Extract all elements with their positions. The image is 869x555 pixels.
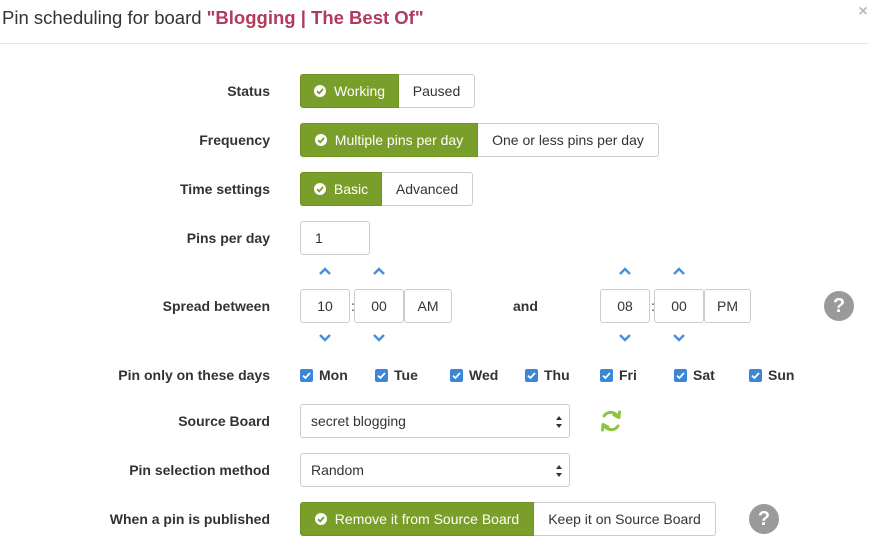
chevron-up-icon[interactable]	[672, 266, 686, 276]
time-settings-basic-button[interactable]: Basic	[300, 172, 382, 206]
day-checkbox-wed[interactable]: Wed	[450, 366, 498, 384]
day-checkbox-fri[interactable]: Fri	[600, 366, 637, 384]
source-board-select[interactable]: secret blogging	[300, 404, 570, 438]
pins-per-day-input[interactable]: 1	[300, 221, 370, 255]
chevron-down-icon[interactable]	[672, 333, 686, 343]
day-checkbox-tue[interactable]: Tue	[375, 366, 418, 384]
day-checkbox-sat[interactable]: Sat	[674, 366, 715, 384]
frequency-one-or-less-button[interactable]: One or less pins per day	[478, 123, 659, 157]
day-label: Sat	[693, 367, 715, 383]
chevron-down-icon[interactable]	[318, 333, 332, 343]
spread-between-label: Spread between	[162, 298, 270, 314]
day-label: Fri	[619, 367, 637, 383]
and-label: and	[513, 298, 538, 314]
day-label: Sun	[768, 367, 795, 383]
question-circle-icon[interactable]: ?	[749, 504, 779, 534]
status-toggle: Working Paused	[300, 74, 475, 108]
board-name: "Blogging | The Best Of"	[206, 7, 424, 28]
question-circle-icon[interactable]: ?	[824, 291, 854, 321]
check-circle-icon	[313, 85, 326, 97]
day-label: Tue	[394, 367, 418, 383]
time-settings-advanced-button[interactable]: Advanced	[382, 172, 473, 206]
selection-method-label: Pin selection method	[129, 462, 270, 478]
chevron-up-icon[interactable]	[618, 266, 632, 276]
time-settings-basic-label: Basic	[333, 181, 369, 197]
source-board-value: secret blogging	[311, 413, 406, 429]
frequency-toggle: Multiple pins per day One or less pins p…	[300, 123, 659, 157]
close-icon[interactable]: ×	[857, 4, 869, 20]
status-working-label: Working	[333, 83, 386, 99]
frequency-one-or-less-label: One or less pins per day	[492, 132, 644, 148]
time-settings-toggle: Basic Advanced	[300, 172, 473, 206]
checkbox-checked-icon	[674, 368, 687, 382]
end-hour-input[interactable]: 08	[600, 289, 650, 323]
start-hour-input[interactable]: 10	[300, 289, 350, 323]
checkbox-checked-icon	[600, 368, 613, 382]
day-label: Mon	[319, 367, 348, 383]
end-minute-input[interactable]: 00	[654, 289, 704, 323]
time-settings-advanced-label: Advanced	[395, 181, 459, 197]
modal-header: Pin scheduling for board "Blogging | The…	[0, 0, 869, 44]
checkbox-checked-icon	[375, 368, 388, 382]
published-label: When a pin is published	[109, 511, 270, 527]
selection-method-select[interactable]: Random	[300, 453, 570, 487]
modal-title: Pin scheduling for board "Blogging | The…	[2, 6, 424, 30]
status-paused-button[interactable]: Paused	[399, 74, 475, 108]
checkbox-checked-icon	[749, 368, 762, 382]
frequency-multiple-label: Multiple pins per day	[334, 132, 464, 148]
time-settings-label: Time settings	[180, 181, 270, 197]
check-circle-icon	[314, 134, 327, 146]
checkbox-checked-icon	[300, 368, 313, 382]
status-label: Status	[227, 83, 270, 99]
chevron-down-icon[interactable]	[372, 333, 386, 343]
day-checkbox-sun[interactable]: Sun	[749, 366, 794, 384]
days-label: Pin only on these days	[118, 367, 270, 383]
modal-title-prefix: Pin scheduling for board	[2, 7, 207, 28]
refresh-icon[interactable]	[598, 408, 624, 434]
end-ampm-button[interactable]: PM	[704, 289, 751, 323]
day-checkbox-thu[interactable]: Thu	[525, 366, 570, 384]
select-caret-icon	[556, 416, 562, 428]
status-paused-label: Paused	[412, 83, 461, 99]
status-working-button[interactable]: Working	[300, 74, 399, 108]
chevron-up-icon[interactable]	[372, 266, 386, 276]
selection-method-value: Random	[311, 462, 364, 478]
check-circle-icon	[314, 513, 327, 525]
keep-on-source-label: Keep it on Source Board	[548, 511, 701, 527]
day-checkbox-mon[interactable]: Mon	[300, 366, 348, 384]
remove-from-source-button[interactable]: Remove it from Source Board	[300, 502, 534, 536]
published-toggle: Remove it from Source Board Keep it on S…	[300, 502, 716, 536]
frequency-multiple-button[interactable]: Multiple pins per day	[300, 123, 478, 157]
source-board-label: Source Board	[178, 413, 270, 429]
frequency-label: Frequency	[199, 132, 270, 148]
check-circle-icon	[313, 183, 326, 195]
start-minute-input[interactable]: 00	[354, 289, 404, 323]
day-label: Wed	[469, 367, 499, 383]
checkbox-checked-icon	[525, 368, 538, 382]
keep-on-source-button[interactable]: Keep it on Source Board	[534, 502, 716, 536]
remove-from-source-label: Remove it from Source Board	[334, 511, 520, 527]
checkbox-checked-icon	[450, 368, 463, 382]
select-caret-icon	[556, 465, 562, 477]
day-label: Thu	[544, 367, 570, 383]
pins-per-day-label: Pins per day	[186, 230, 270, 246]
chevron-down-icon[interactable]	[618, 333, 632, 343]
start-ampm-button[interactable]: AM	[404, 289, 452, 323]
chevron-up-icon[interactable]	[318, 266, 332, 276]
